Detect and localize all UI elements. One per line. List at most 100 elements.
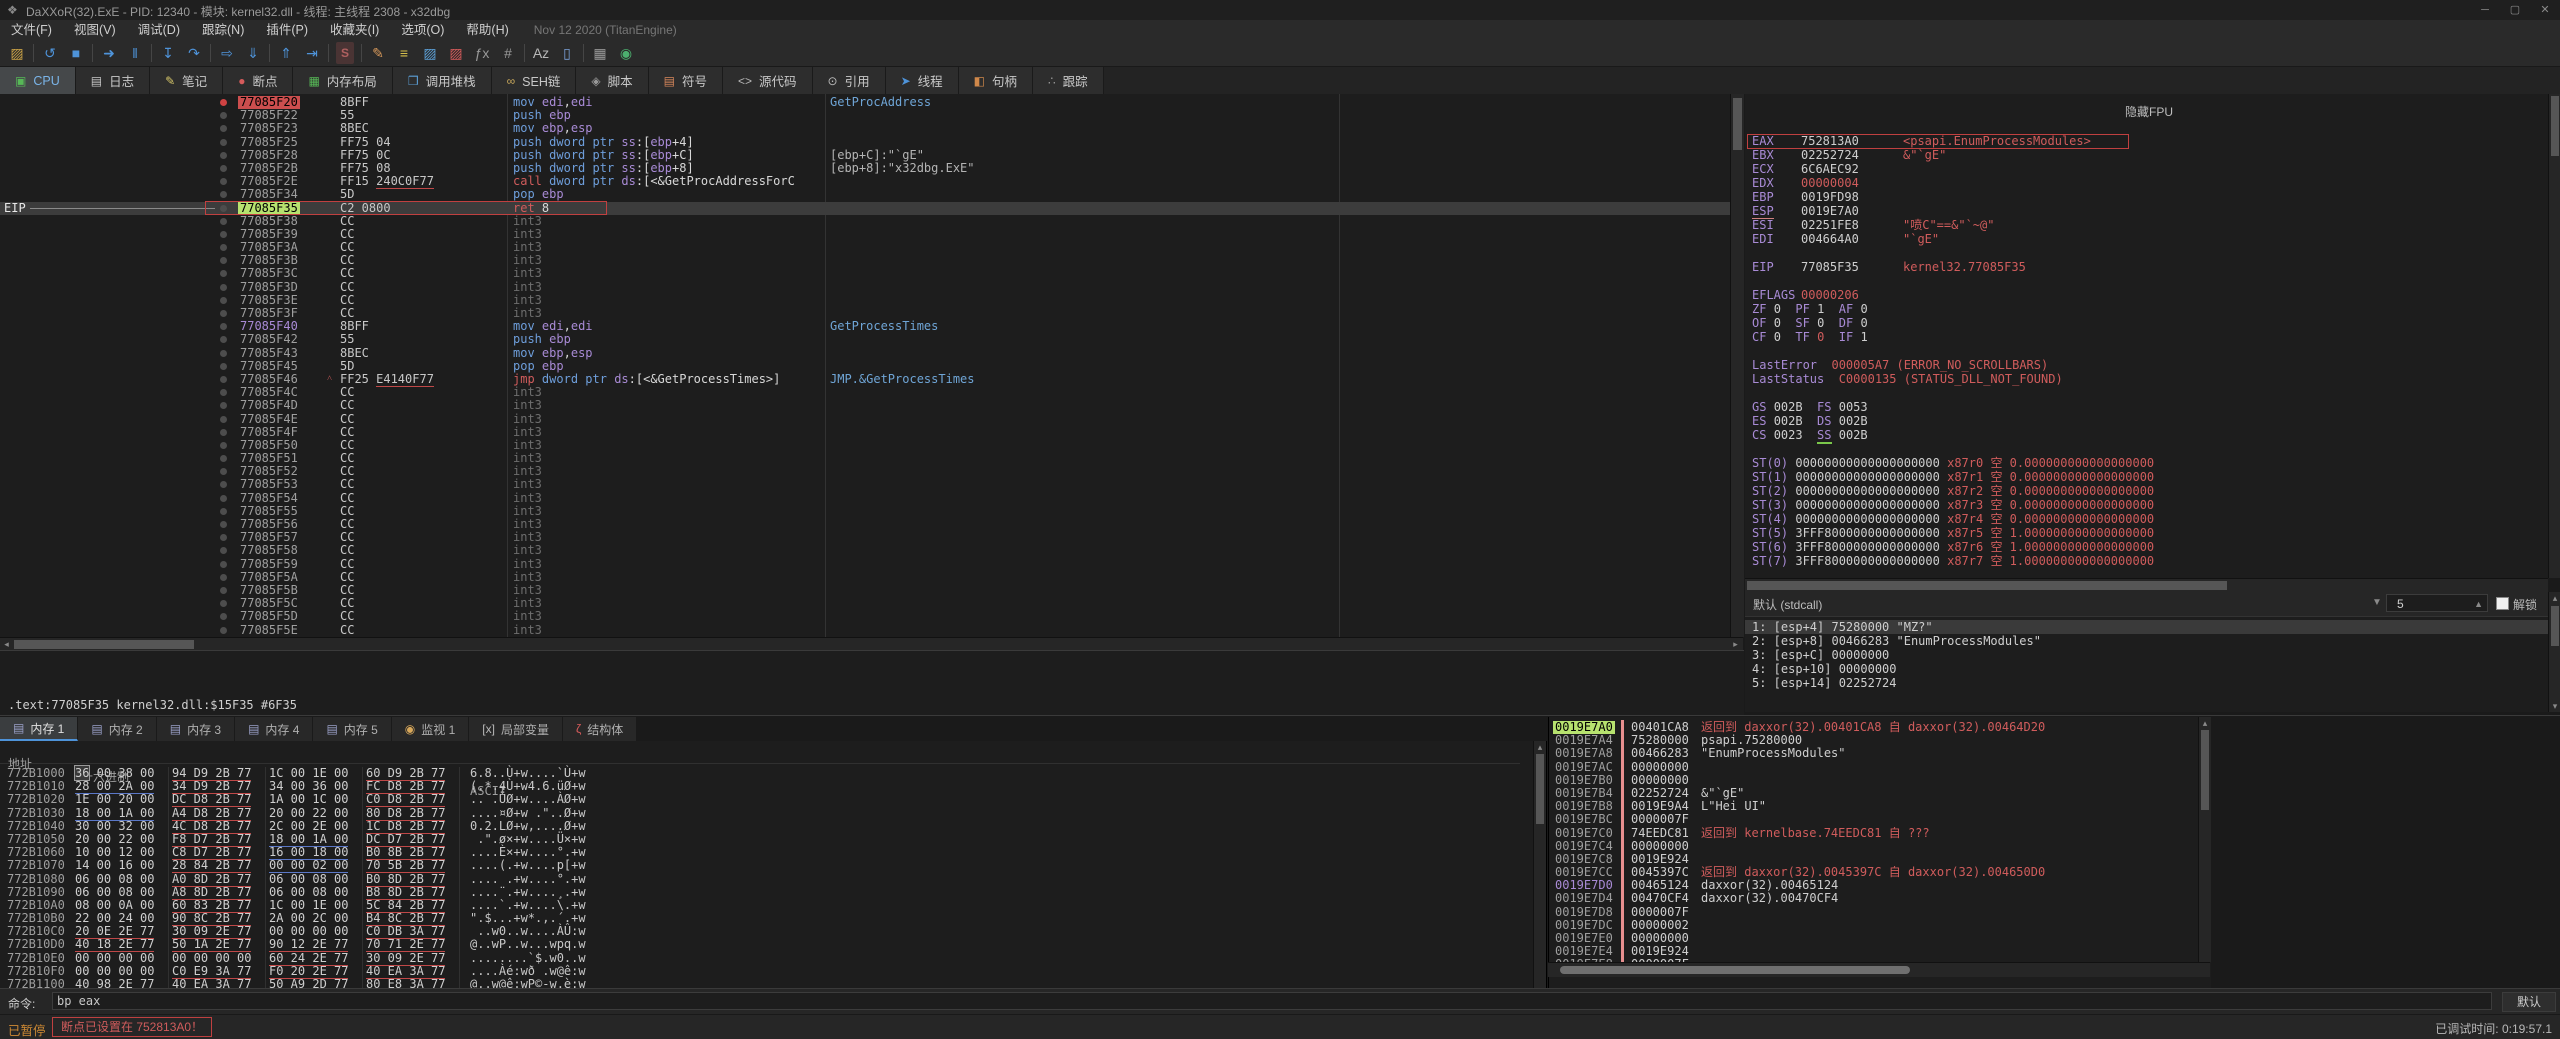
restart-icon[interactable]: ↺ [37, 42, 63, 64]
hash-icon[interactable]: # [495, 42, 521, 64]
tab-threads[interactable]: ➤线程 [886, 67, 959, 94]
register-row[interactable]: OF 0 SF 0 DF 0 [1745, 316, 2548, 330]
trace-over-icon[interactable]: ▨ [417, 42, 443, 64]
row-dot[interactable] [220, 310, 227, 317]
stack-row[interactable]: 0019E7B000000000 [1549, 774, 2211, 787]
register-row[interactable]: ESI02251FE8"喷C"==&"`~@" [1745, 218, 2548, 232]
assemble-icon[interactable]: Az [528, 42, 554, 64]
row-dot[interactable] [220, 627, 227, 634]
tab-log[interactable]: ▤日志 [76, 67, 150, 94]
row-dot[interactable] [220, 495, 227, 502]
disassembly-pane[interactable]: 77085F208BFFmov edi,ediGetProcAddress770… [0, 94, 1730, 637]
argument-row[interactable]: 5: [esp+14] 02252724 [1745, 676, 2548, 690]
register-row[interactable]: ST(1) 00000000000000000000 x87r1 空 0.000… [1745, 470, 2548, 484]
row-dot[interactable] [220, 165, 227, 172]
disasm-row[interactable]: 77085F3DCCint3 [0, 281, 1730, 294]
dump-vscrollbar[interactable]: ▴ [1533, 741, 1546, 988]
row-dot[interactable] [220, 547, 227, 554]
menu-item-收[interactable]: 收藏夹(I) [319, 20, 390, 40]
register-row[interactable]: ST(3) 00000000000000000000 x87r3 空 0.000… [1745, 498, 2548, 512]
stack-row[interactable]: 0019E7D80000007F [1549, 906, 2211, 919]
tab-cpu[interactable]: ▣CPU [0, 67, 76, 94]
dump-tab-watch-1[interactable]: ◉监视 1 [392, 717, 470, 741]
register-row[interactable]: ST(4) 00000000000000000000 x87r4 空 0.000… [1745, 512, 2548, 526]
row-dot[interactable] [220, 429, 227, 436]
row-dot[interactable] [220, 389, 227, 396]
tab-script[interactable]: ◈脚本 [576, 67, 648, 94]
row-dot[interactable] [220, 561, 227, 568]
disasm-row[interactable]: 77085F438BECmov ebp,esp [0, 347, 1730, 360]
scroll-up-arrow[interactable]: ▴ [2549, 592, 2560, 604]
row-dot[interactable] [220, 218, 227, 225]
register-row[interactable]: ST(2) 00000000000000000000 x87r2 空 0.000… [1745, 484, 2548, 498]
register-row[interactable]: EIP77085F35kernel32.77085F35 [1745, 260, 2548, 274]
disasm-row[interactable]: 77085F238BECmov ebp,esp [0, 122, 1730, 135]
row-dot[interactable] [220, 587, 227, 594]
row-dot[interactable] [220, 574, 227, 581]
disasm-row[interactable]: 77085F53CCint3 [0, 478, 1730, 491]
stack-row[interactable]: 0019E7BC0000007F [1549, 813, 2211, 826]
disasm-row[interactable]: 77085F5ACCint3 [0, 571, 1730, 584]
row-dot[interactable] [220, 270, 227, 277]
title-bar[interactable]: ❖ DaXXoR(32).ExE - PID: 12340 - 模块: kern… [0, 0, 2560, 20]
register-row[interactable]: ECX6C6AEC92 [1745, 162, 2548, 176]
register-row[interactable]: ST(0) 00000000000000000000 x87r0 空 0.000… [1745, 456, 2548, 470]
register-row[interactable]: CF 0 TF 0 IF 1 [1745, 330, 2548, 344]
minimize-button[interactable]: ─ [2470, 0, 2500, 20]
disasm-row[interactable]: 77085F3CCCint3 [0, 267, 1730, 280]
row-dot[interactable] [220, 600, 227, 607]
scroll-down-arrow[interactable]: ▾ [2549, 700, 2560, 712]
fx-icon[interactable]: ƒx [469, 42, 495, 64]
row-dot[interactable] [220, 350, 227, 357]
register-row[interactable]: ST(5) 3FFF8000000000000000 x87r5 空 1.000… [1745, 526, 2548, 540]
menu-item-调[interactable]: 调试(D) [127, 20, 191, 40]
disasm-hscrollbar[interactable]: ◂ ▸ [0, 637, 1743, 651]
disasm-row[interactable]: 77085F5DCCint3 [0, 610, 1730, 623]
open-file-icon[interactable]: ▨ [4, 42, 30, 64]
scrollbar-thumb[interactable] [2201, 730, 2209, 810]
tab-memory-map[interactable]: ▦内存布局 [293, 67, 392, 94]
register-row[interactable]: EDX00000004 [1745, 176, 2548, 190]
row-dot[interactable] [220, 284, 227, 291]
menu-item-跟[interactable]: 跟踪(N) [191, 20, 255, 40]
scroll-up-arrow[interactable]: ▴ [2199, 717, 2211, 729]
dump-tab-memory-1[interactable]: ▤内存 1 [0, 717, 78, 741]
disasm-row[interactable]: 77085F25FF75 04push dword ptr ss:[ebp+4] [0, 136, 1730, 149]
register-row[interactable]: EBX02252724&"`gE" [1745, 148, 2548, 162]
disasm-row[interactable]: 77085F35C2 0800ret 8 [0, 202, 1730, 215]
memory-dump-pane[interactable]: 地址 十六进制 ASCII 772B100036 00 38 0094 D9 2… [0, 741, 1547, 988]
dump-row[interactable]: 772B108006 00 08 00A0 8D 2B 7706 00 08 0… [0, 873, 1520, 886]
dump-tab-struct[interactable]: ζ结构体 [563, 717, 637, 741]
argument-row[interactable]: 3: [esp+C] 00000000 [1745, 648, 2548, 662]
register-row[interactable] [1745, 344, 2548, 358]
tab-source[interactable]: <>源代码 [723, 67, 813, 94]
scrollbar-thumb[interactable] [1560, 966, 1910, 974]
disasm-row[interactable]: 77085F4DCCint3 [0, 399, 1730, 412]
row-dot[interactable] [220, 363, 227, 370]
scrollbar-thumb[interactable] [1747, 581, 2227, 590]
register-row[interactable]: GS 002B FS 0053 [1745, 400, 2548, 414]
register-row[interactable]: ST(7) 3FFF8000000000000000 x87r7 空 1.000… [1745, 554, 2548, 568]
stack-row[interactable]: 0019E7D400470CF4daxxor(32).00470CF4 [1549, 892, 2211, 905]
row-dot[interactable] [220, 112, 227, 119]
command-input[interactable] [52, 992, 2492, 1010]
dump-row[interactable]: 772B107014 00 16 0028 84 2B 7700 00 02 0… [0, 859, 1520, 872]
row-dot[interactable] [220, 455, 227, 462]
dump-row[interactable]: 772B110040 98 2E 7740 EA 3A 7750 A9 2D 7… [0, 978, 1520, 988]
scroll-left-arrow[interactable]: ◂ [0, 638, 13, 650]
menu-item-选[interactable]: 选项(O) [390, 20, 455, 40]
tab-notes[interactable]: ✎笔记 [150, 67, 223, 94]
register-row[interactable]: EDI004664A0"`gE" [1745, 232, 2548, 246]
unlock-checkbox[interactable] [2496, 597, 2509, 610]
step-down-icon[interactable]: ⇓ [240, 42, 266, 64]
registers-vscrollbar[interactable] [2548, 94, 2560, 578]
row-dot[interactable] [220, 257, 227, 264]
row-dot[interactable] [220, 244, 227, 251]
disasm-vscrollbar[interactable] [1730, 94, 1744, 637]
row-dot[interactable] [220, 376, 227, 383]
dump-tab-memory-3[interactable]: ▤内存 3 [157, 717, 235, 741]
scrollbar-thumb[interactable] [1733, 98, 1742, 150]
row-dot[interactable] [220, 297, 227, 304]
tab-seh-chain[interactable]: ∞SEH链 [492, 67, 577, 94]
disasm-row[interactable]: 77085F58CCint3 [0, 544, 1730, 557]
